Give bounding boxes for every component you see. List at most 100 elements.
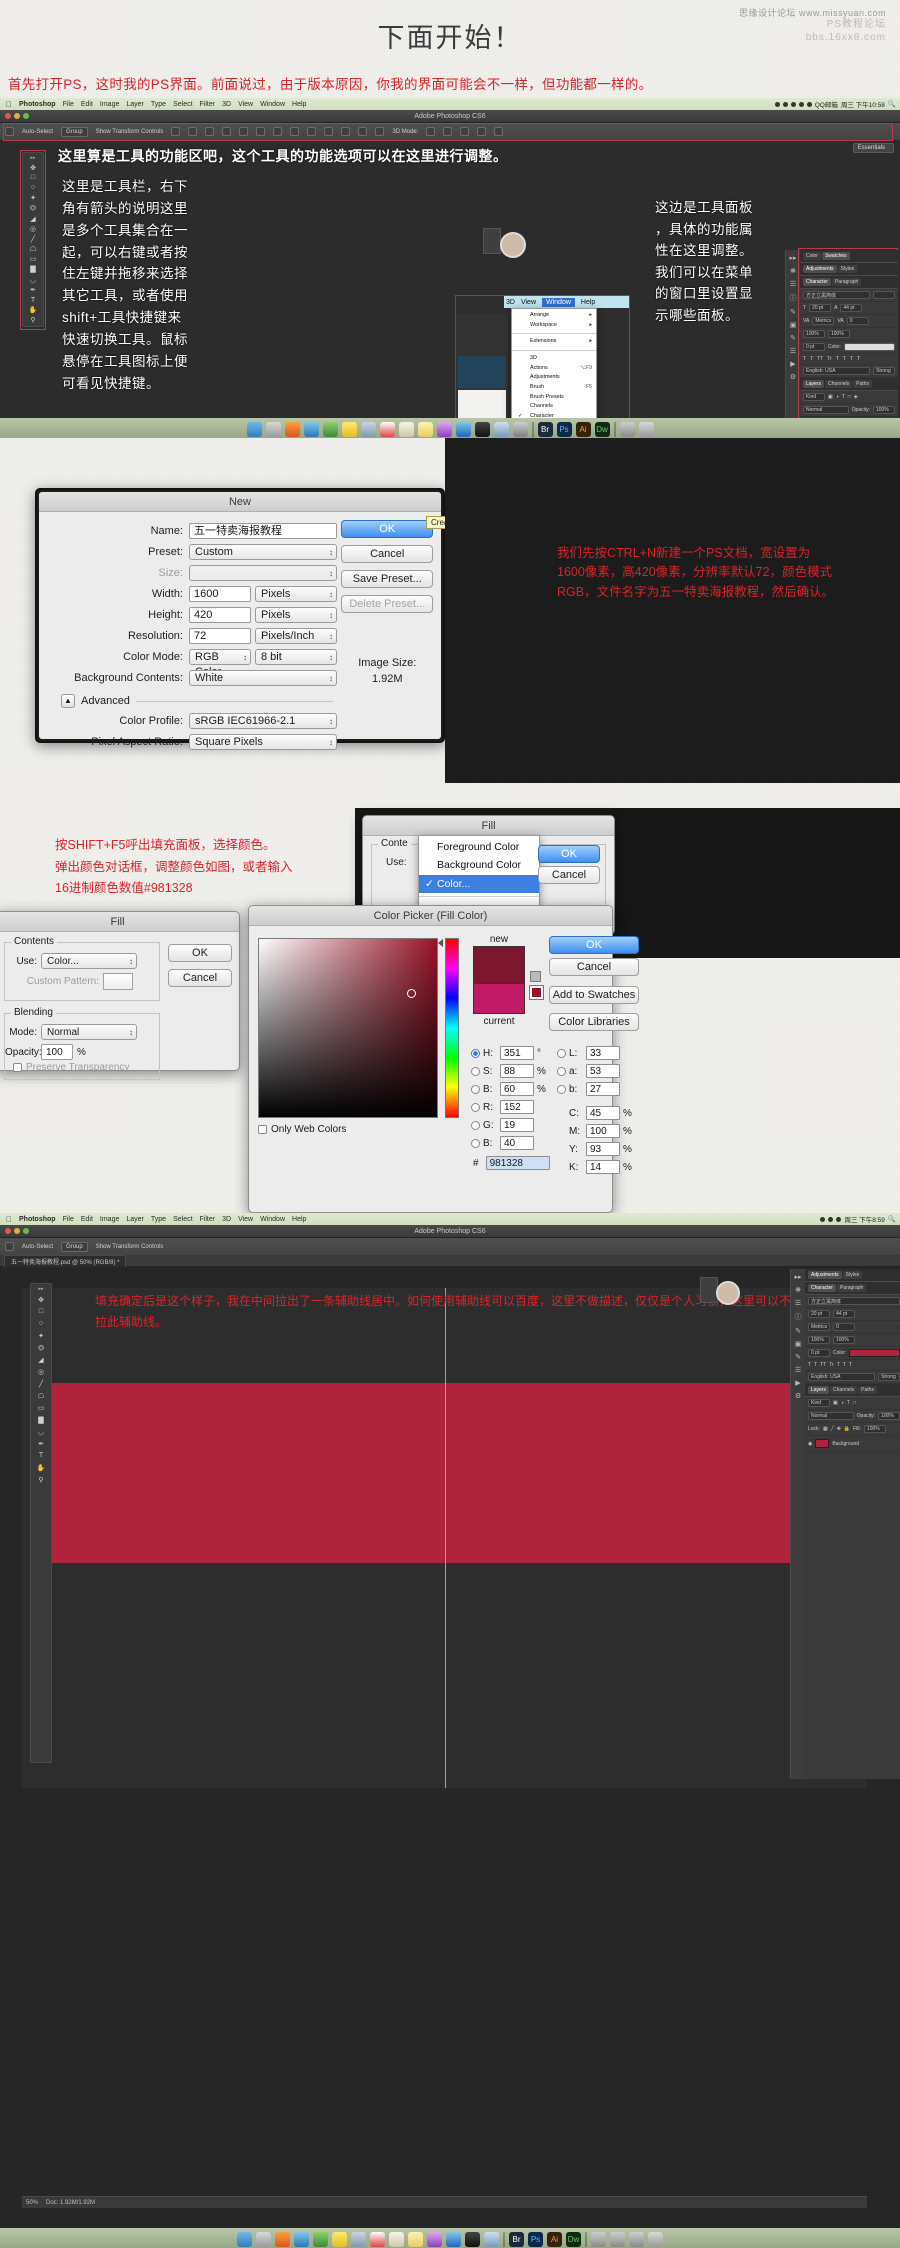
inset-menubar[interactable]: 3D View Window Help <box>504 296 629 308</box>
tab2-paragraph[interactable]: Paragraph <box>836 1284 867 1292</box>
bg-contents-select[interactable]: White <box>189 670 337 686</box>
fill2-input[interactable]: 100% <box>863 1425 886 1433</box>
palette-handle-2[interactable]: ▸▸ <box>38 1286 43 1292</box>
gradient-tool-icon-b[interactable]: ▇ <box>34 1414 48 1425</box>
panel-tabs-color[interactable]: Color Swatches <box>800 250 898 263</box>
color-picker-cancel-button[interactable]: Cancel <box>549 958 639 976</box>
dock2-appstore-icon[interactable] <box>446 2232 461 2247</box>
font-style-select[interactable] <box>873 291 895 299</box>
zoom-tool-icon-b[interactable]: ⚲ <box>34 1474 48 1485</box>
align-right-icon[interactable] <box>205 127 215 136</box>
picker-cmyk-3-input[interactable]: 14 <box>586 1160 620 1174</box>
superscript2-icon[interactable]: T <box>837 1362 840 1368</box>
clone-stamp-tool-icon-b[interactable]: ☖ <box>34 1390 48 1401</box>
menu-image[interactable]: Image <box>100 101 119 108</box>
panel-tabs-adjustments[interactable]: Adjustments Styles <box>800 263 898 276</box>
brush-tool-icon-b[interactable]: ╱ <box>34 1378 48 1389</box>
dock2-finder-icon[interactable] <box>237 2232 252 2247</box>
blur-tool-icon-b[interactable]: ◡ <box>34 1426 48 1437</box>
zoom-tool-icon[interactable]: ⚲ <box>26 316 40 325</box>
picker-field-2-radio[interactable] <box>471 1084 480 1094</box>
fill-use-option-color-[interactable]: ✓ Color... <box>419 874 539 893</box>
hex-input[interactable]: 981328 <box>485 1156 550 1170</box>
font2-size-input[interactable]: 20 pt <box>808 1310 830 1318</box>
save-preset-button[interactable]: Save Preset... <box>341 570 433 588</box>
hand-tool-icon[interactable]: ✋ <box>26 306 40 315</box>
distribute-middle-icon[interactable] <box>290 127 300 136</box>
layers-filter-row[interactable]: Kind ▣ ◑ T □ ◈ <box>800 391 898 404</box>
crop-tool-icon[interactable]: ⏣ <box>26 204 40 213</box>
dock-launchpad-icon[interactable] <box>265 422 281 437</box>
dock-appstore-icon[interactable] <box>455 422 471 437</box>
status-icon-2[interactable] <box>782 101 788 107</box>
fill-popup-ok-button[interactable]: OK <box>538 845 600 863</box>
dock2-stickies-icon[interactable] <box>408 2232 423 2247</box>
tab2-paths[interactable]: Paths <box>858 1386 877 1394</box>
preset-select[interactable]: Custom <box>189 544 337 560</box>
tab2-character[interactable]: Character <box>808 1284 836 1292</box>
tab-color[interactable]: Color <box>803 252 821 260</box>
inset-menu-help[interactable]: Help <box>581 299 595 306</box>
palette-handle[interactable]: ▸▸ <box>30 155 35 161</box>
status2-icon-1[interactable] <box>820 1216 826 1222</box>
strikethrough-icon[interactable]: T <box>857 356 860 362</box>
ok-button[interactable]: OK <box>341 520 433 538</box>
only-web-colors-row[interactable]: Only Web Colors <box>258 1124 346 1135</box>
menu2-select[interactable]: Select <box>173 1216 192 1223</box>
auto-select-label[interactable]: Auto-Select <box>22 129 53 135</box>
distribute-right-icon[interactable] <box>358 127 368 136</box>
apple-logo-icon[interactable]:  <box>6 100 12 109</box>
menu-filter[interactable]: Filter <box>200 101 216 108</box>
dock2-mail-icon[interactable] <box>313 2232 328 2247</box>
menu2-window[interactable]: Window <box>260 1216 285 1223</box>
tab2-adjustments[interactable]: Adjustments <box>808 1271 842 1279</box>
subscript2-icon[interactable]: T <box>843 1362 846 1368</box>
opacity2-input[interactable]: 100% <box>878 1412 900 1420</box>
font-family-select[interactable]: 方正立黑简体 <box>803 291 870 299</box>
menu-type[interactable]: Type <box>151 101 166 108</box>
character-scale-row[interactable]: 100% 100% <box>800 328 898 341</box>
align-center-icon[interactable] <box>188 127 198 136</box>
blend2-mode-select[interactable]: Normal <box>808 1412 854 1420</box>
dock2-reminders-icon[interactable] <box>389 2232 404 2247</box>
window-menu-item-extensions[interactable]: Extensions ▸ <box>512 337 596 347</box>
add-to-swatches-button[interactable]: Add to Swatches <box>549 986 639 1004</box>
dock-firefox-icon[interactable] <box>284 422 300 437</box>
distribute-center-icon[interactable] <box>341 127 351 136</box>
menu2-file[interactable]: File <box>63 1216 74 1223</box>
lasso-tool-icon-b[interactable]: ○ <box>34 1318 48 1329</box>
picker-field-4-radio[interactable] <box>471 1120 480 1130</box>
document-tab[interactable]: 五一特卖海报教程.psd @ 50% (RGB/8) * <box>4 1254 127 1267</box>
leading2-input[interactable]: 44 pt <box>833 1310 855 1318</box>
picker-cmyk-2-input[interactable]: 93 <box>586 1142 620 1156</box>
dock-mail-icon[interactable] <box>322 422 338 437</box>
healing-brush-tool-icon-b[interactable]: ◎ <box>34 1366 48 1377</box>
align-bottom-icon[interactable] <box>256 127 266 136</box>
menu-clock-2[interactable]: 周三 下午8:59 <box>844 1214 884 1224</box>
cancel-button[interactable]: Cancel <box>341 545 433 563</box>
language2-select[interactable]: English: USA <box>808 1373 875 1381</box>
antialias-select[interactable]: Strong <box>873 367 895 375</box>
menu-window[interactable]: Window <box>260 101 285 108</box>
italic-icon[interactable]: T <box>810 356 813 362</box>
picker-lab-1-radio[interactable] <box>557 1066 566 1076</box>
tab-styles[interactable]: Styles <box>837 265 858 273</box>
move-tool-icon[interactable]: ✥ <box>26 163 40 172</box>
font-size-input[interactable]: 20 pt <box>809 304 832 312</box>
dock-trash-icon[interactable] <box>638 422 654 437</box>
rail2-histogram-icon[interactable]: ☰ <box>795 1299 801 1307</box>
3d-drag-icon[interactable] <box>460 127 470 136</box>
picker-field-0-input[interactable]: 351 <box>500 1046 534 1060</box>
move-tool-icon-b[interactable]: ✥ <box>34 1294 48 1305</box>
window-menu-item-adjustments[interactable]: Adjustments <box>512 373 596 383</box>
fill-use-option-background-color[interactable]: Background Color <box>419 856 539 874</box>
clone-stamp-tool-icon[interactable]: ☖ <box>26 245 40 254</box>
tab-character[interactable]: Character <box>803 278 831 286</box>
dock2-word-icon[interactable] <box>591 2232 606 2247</box>
status2-icon-2[interactable] <box>828 1216 834 1222</box>
move-tool-icon[interactable] <box>5 127 14 136</box>
panel2-size-row[interactable]: 20 pt 44 pt <box>805 1308 900 1321</box>
dock-finder-icon[interactable] <box>246 422 262 437</box>
tab-paths[interactable]: Paths <box>853 380 872 388</box>
horizontal-scale-input[interactable]: 100% <box>828 330 850 338</box>
